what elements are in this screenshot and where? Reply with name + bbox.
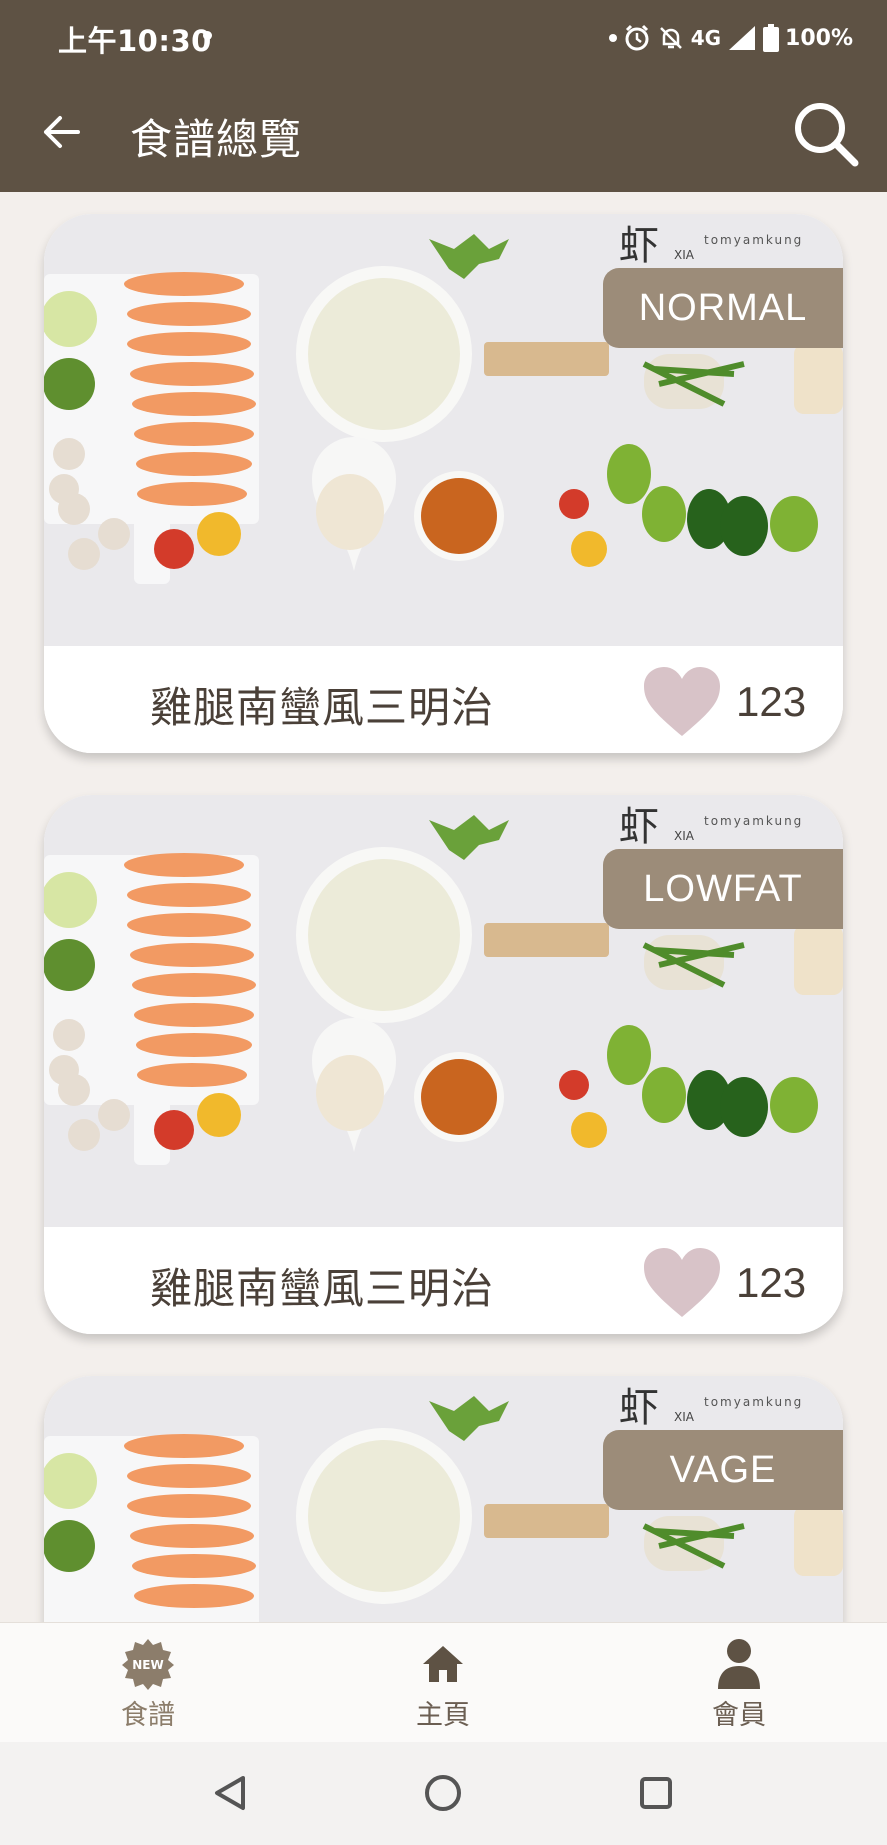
like-button[interactable]: 123 bbox=[642, 1247, 806, 1319]
system-nav-bar bbox=[0, 1742, 887, 1845]
recipe-card[interactable]: 虾 XIA tomyamkung LOWFAT 雞腿南蠻風三明治 123 bbox=[44, 795, 843, 1334]
nav-label-recipes: 食譜 bbox=[121, 1700, 175, 1731]
new-badge-icon: NEW bbox=[121, 1637, 175, 1691]
logo-char: 虾 bbox=[619, 1385, 659, 1431]
system-recents-button[interactable] bbox=[631, 1768, 681, 1818]
recipe-title: 雞腿南蠻風三明治 bbox=[150, 1264, 495, 1313]
brand-text: tomyamkung bbox=[704, 1395, 803, 1409]
diet-tag: LOWFAT bbox=[603, 849, 843, 929]
recipe-card[interactable]: 虾 XIA tomyamkung VAGE bbox=[44, 1376, 843, 1622]
dot-icon bbox=[608, 34, 617, 42]
brand-text: tomyamkung bbox=[704, 233, 803, 247]
recipe-list[interactable]: 虾 XIA tomyamkung NORMAL 雞腿南蠻風三明治 123 虾 X… bbox=[0, 192, 887, 1622]
new-badge-text: NEW bbox=[132, 1658, 163, 1672]
square-recents-icon bbox=[640, 1777, 672, 1809]
card-footer: 雞腿南蠻風三明治 123 bbox=[44, 646, 843, 753]
status-icons: 4G 100% bbox=[608, 18, 853, 58]
nav-home[interactable]: 主頁 bbox=[343, 1623, 543, 1743]
nav-label-home: 主頁 bbox=[416, 1700, 470, 1731]
logo-latin: XIA bbox=[674, 1410, 695, 1424]
home-icon bbox=[421, 1637, 465, 1691]
diet-tag: VAGE bbox=[603, 1430, 843, 1510]
back-button[interactable] bbox=[36, 106, 88, 158]
like-button[interactable]: 123 bbox=[642, 666, 806, 738]
heart-icon bbox=[644, 667, 720, 736]
system-back-button[interactable] bbox=[205, 1768, 255, 1818]
alarm-icon bbox=[625, 24, 649, 51]
status-time: 上午10:30 bbox=[58, 24, 212, 58]
card-footer: 雞腿南蠻風三明治 123 bbox=[44, 1227, 843, 1334]
bottom-nav: NEW 食譜 主頁 會員 bbox=[0, 1622, 887, 1742]
page-title: 食譜總覽 bbox=[130, 115, 303, 164]
mute-bell-icon bbox=[659, 27, 682, 49]
network-label: 4G bbox=[690, 26, 722, 50]
arrow-left-icon bbox=[44, 116, 80, 148]
battery-icon bbox=[763, 24, 780, 52]
logo-latin: XIA bbox=[674, 829, 695, 843]
system-home-button[interactable] bbox=[418, 1768, 468, 1818]
logo-latin: XIA bbox=[674, 248, 695, 262]
nav-label-member: 會員 bbox=[712, 1700, 766, 1731]
recipe-title: 雞腿南蠻風三明治 bbox=[150, 683, 495, 732]
triangle-back-icon bbox=[215, 1776, 245, 1810]
nav-recipes[interactable]: NEW 食譜 bbox=[48, 1623, 248, 1743]
battery-label: 100% bbox=[785, 25, 853, 51]
search-icon bbox=[795, 103, 859, 167]
notification-dot-icon bbox=[203, 31, 212, 40]
circle-home-icon bbox=[425, 1775, 461, 1811]
app-bar: 食譜總覽 bbox=[0, 76, 887, 192]
like-count: 123 bbox=[736, 678, 807, 725]
recipe-card[interactable]: 虾 XIA tomyamkung NORMAL 雞腿南蠻風三明治 123 bbox=[44, 214, 843, 753]
logo-char: 虾 bbox=[619, 223, 659, 269]
signal-icon bbox=[729, 26, 756, 50]
status-bar: 上午10:30 4G 100% bbox=[0, 0, 887, 76]
like-count: 123 bbox=[736, 1259, 807, 1306]
person-icon bbox=[716, 1637, 762, 1691]
logo-char: 虾 bbox=[619, 804, 659, 850]
heart-icon bbox=[644, 1248, 720, 1317]
nav-member[interactable]: 會員 bbox=[639, 1623, 839, 1743]
brand-text: tomyamkung bbox=[704, 814, 803, 828]
diet-tag: NORMAL bbox=[603, 268, 843, 348]
search-button[interactable] bbox=[786, 94, 866, 174]
